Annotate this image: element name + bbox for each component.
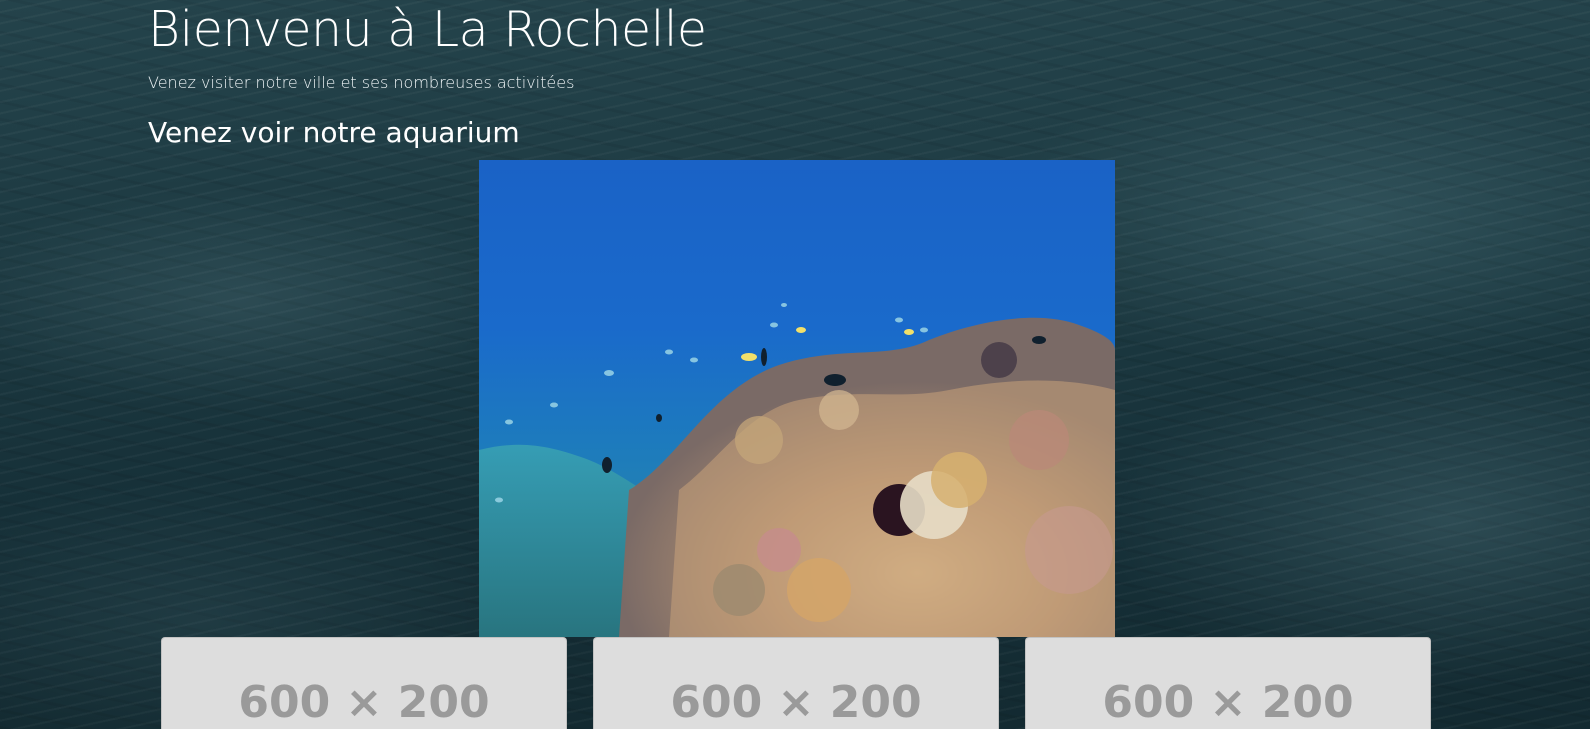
placeholder-image-text: 600 × 200 <box>1102 677 1354 728</box>
aquarium-image <box>479 160 1115 637</box>
placeholder-card-1: 600 × 200 <box>161 637 567 729</box>
page-title: Bienvenu à La Rochelle <box>148 1 707 58</box>
coral-reef-photo <box>479 160 1115 637</box>
section-heading: Venez voir notre aquarium <box>148 116 520 149</box>
placeholder-image-text: 600 × 200 <box>670 677 922 728</box>
placeholder-image-text: 600 × 200 <box>238 677 490 728</box>
placeholder-card-3: 600 × 200 <box>1025 637 1431 729</box>
page-subtitle: Venez visiter notre ville et ses nombreu… <box>148 73 575 92</box>
placeholder-card-2: 600 × 200 <box>593 637 999 729</box>
